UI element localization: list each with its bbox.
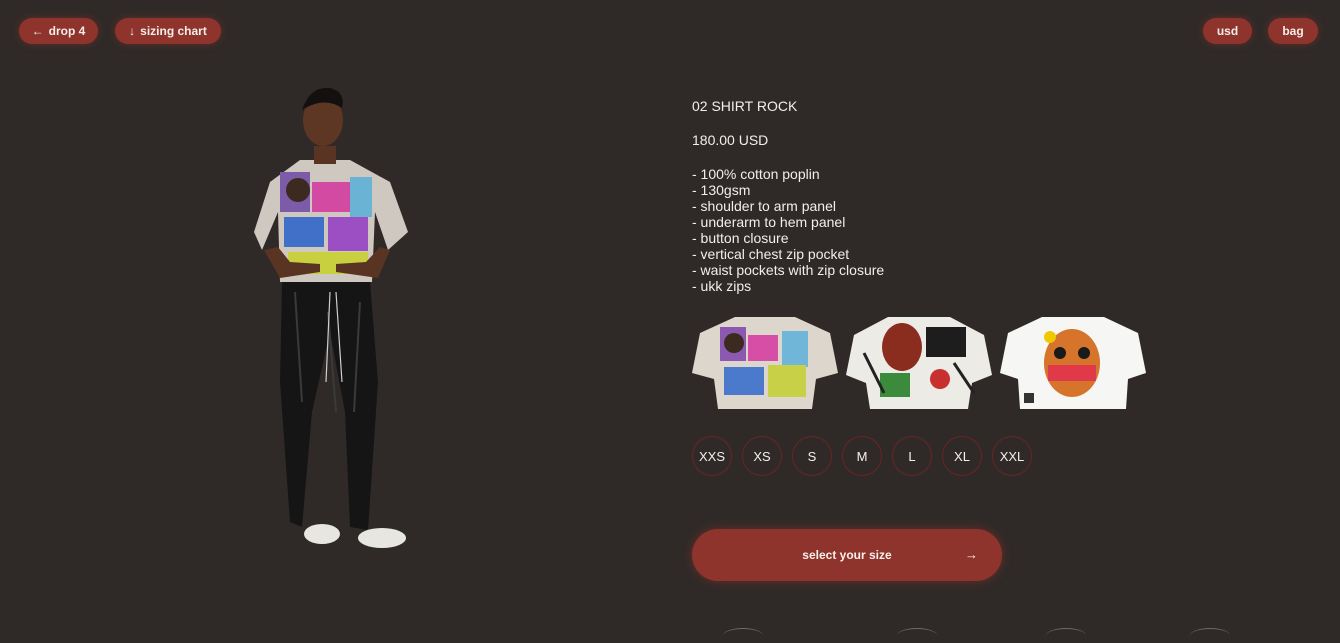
related-item-peek <box>1046 628 1086 643</box>
thumbnail-strip <box>690 313 1148 413</box>
shirt-white-thumbnail[interactable] <box>998 313 1148 413</box>
shirt-back-thumbnail[interactable] <box>844 313 994 413</box>
size-selector: XXS XS S M L XL XXL <box>692 436 1032 476</box>
size-option-xl[interactable]: XL <box>942 436 982 476</box>
size-option-s[interactable]: S <box>792 436 832 476</box>
feature-item: - shoulder to arm panel <box>692 198 836 214</box>
feature-item: - ukk zips <box>692 278 752 294</box>
currency-label: usd <box>1216 24 1239 38</box>
bag-button[interactable]: bag <box>1268 18 1318 44</box>
related-item-peek <box>1190 628 1230 643</box>
size-option-m[interactable]: M <box>842 436 882 476</box>
sizing-label: sizing chart <box>140 24 207 38</box>
drop-4-button[interactable]: ← drop 4 <box>19 18 98 44</box>
shirt-front-thumbnail[interactable] <box>690 313 840 413</box>
related-item-peek <box>723 628 763 643</box>
size-option-xxs[interactable]: XXS <box>692 436 732 476</box>
model-image <box>254 87 408 548</box>
product-price: 180.00 USD <box>692 132 769 148</box>
currency-button[interactable]: usd <box>1203 18 1252 44</box>
feature-item: - 100% cotton poplin <box>692 166 820 182</box>
arrow-left-icon: ← <box>31 24 44 38</box>
size-option-xs[interactable]: XS <box>742 436 782 476</box>
feature-item: - vertical chest zip pocket <box>692 246 850 262</box>
drop-label: drop 4 <box>48 24 86 38</box>
feature-item: - 130gsm <box>692 182 751 198</box>
size-option-l[interactable]: L <box>892 436 932 476</box>
sizing-chart-button[interactable]: ↓ sizing chart <box>115 18 221 44</box>
select-size-label: select your size <box>802 548 892 562</box>
size-option-xxl[interactable]: XXL <box>992 436 1032 476</box>
related-item-peek <box>897 628 937 643</box>
feature-item: - underarm to hem panel <box>692 214 846 230</box>
feature-item: - waist pockets with zip closure <box>692 262 885 278</box>
arrow-right-icon: → <box>965 547 978 562</box>
arrow-down-icon: ↓ <box>129 24 136 38</box>
feature-list: - 100% cotton poplin - 130gsm - shoulder… <box>692 166 884 294</box>
bag-label: bag <box>1282 24 1304 38</box>
product-title: 02 SHIRT ROCK <box>692 98 798 114</box>
select-size-button[interactable]: select your size → <box>692 529 1002 581</box>
feature-item: - button closure <box>692 230 789 246</box>
